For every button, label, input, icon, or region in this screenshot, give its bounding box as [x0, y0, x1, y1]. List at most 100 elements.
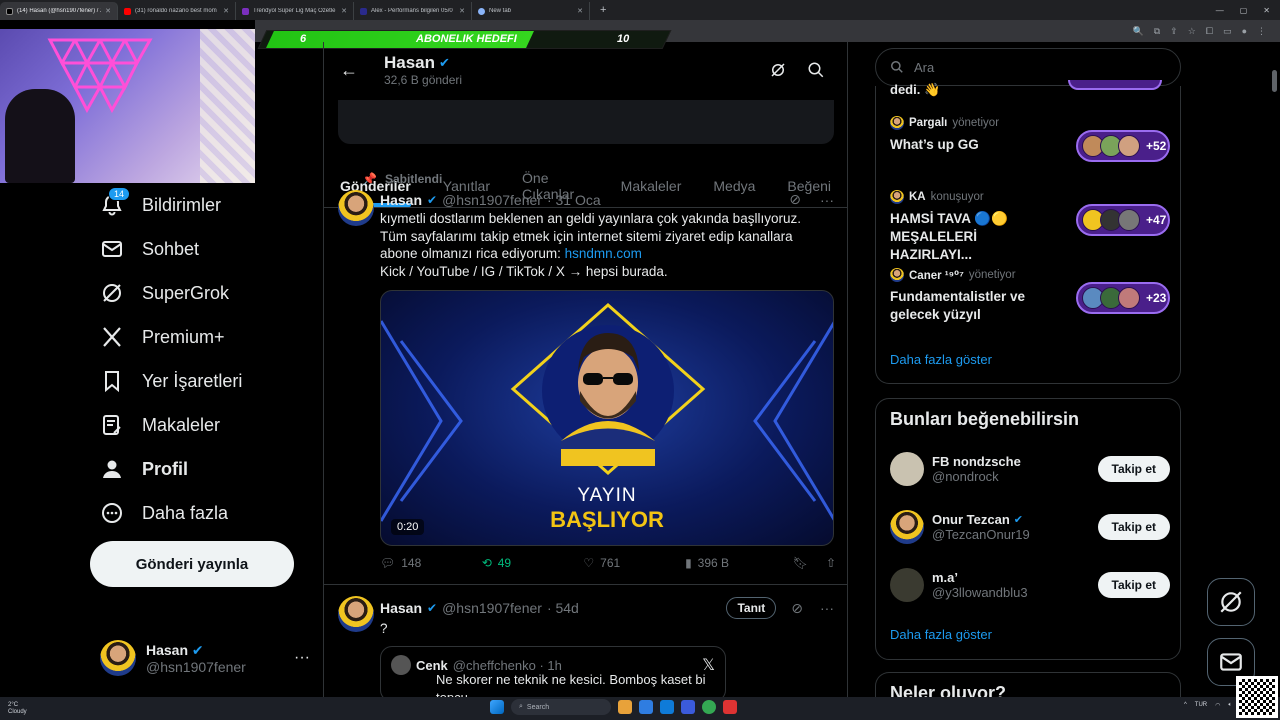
minimize-icon[interactable]: — — [1216, 6, 1224, 15]
post-date[interactable]: · 54d — [547, 600, 579, 616]
suggested-account[interactable]: m.a’ @y3llowandblu3 Takip et — [890, 563, 1170, 607]
volume-icon[interactable]: 🔈︎ — [1228, 702, 1232, 709]
reply-button[interactable]: 💬︎ 148 — [380, 556, 482, 570]
promote-button[interactable]: Tanıt — [726, 597, 777, 619]
nav-bookmarks[interactable]: Yer İşaretleri — [90, 359, 320, 403]
suggested-account[interactable]: Onur Tezcan ✔ @TezcanOnur19 Takip et — [890, 505, 1170, 549]
close-icon[interactable]: ✕ — [577, 7, 583, 15]
language-indicator[interactable]: TUR — [1195, 702, 1207, 709]
left-nav: 14 Bildirimler Sohbet SuperGrok Premium+… — [90, 183, 320, 535]
sidebar-icon[interactable]: ▭ — [1223, 26, 1232, 37]
nav-profile[interactable]: Profil — [90, 447, 320, 491]
avatar — [890, 452, 924, 486]
grok-icon[interactable]: ⊘ — [789, 191, 801, 208]
quoted-post[interactable]: Cenk @cheffchenko · 1h 𝕏 Ne skorer ne te… — [380, 646, 726, 702]
nav-notifications[interactable]: 14 Bildirimler — [90, 183, 320, 227]
browser-tab[interactable]: (31) ronaldo nazario best mom ✕ — [118, 2, 236, 20]
verified-icon: ✔ — [191, 641, 204, 658]
weather-widget[interactable]: 2°C Cloudy — [8, 702, 27, 716]
nav-label: Sohbet — [142, 238, 200, 259]
more-circle-icon — [102, 503, 122, 523]
close-icon[interactable]: ✕ — [223, 7, 229, 15]
grok-icon[interactable] — [769, 61, 787, 79]
post-link[interactable]: hsndmn.com — [565, 246, 642, 261]
close-icon[interactable]: ✕ — [459, 7, 465, 15]
share-icon[interactable]: ⇧ — [826, 556, 836, 570]
file-explorer-icon[interactable] — [618, 700, 632, 714]
follow-button[interactable]: Takip et — [1097, 572, 1170, 598]
wifi-icon[interactable]: ◠ — [1215, 702, 1220, 709]
app-icon[interactable] — [723, 700, 737, 714]
grok-fab[interactable] — [1207, 578, 1255, 626]
discord-icon[interactable] — [681, 700, 695, 714]
space-item[interactable]: Pargalı yönetiyor What’s up GG +52 — [890, 116, 1170, 162]
more-icon[interactable]: ··· — [294, 649, 310, 667]
close-window-icon[interactable]: ✕ — [1263, 6, 1270, 15]
repost-button[interactable]: ⟲ 49 — [482, 556, 584, 570]
scrollbar-thumb[interactable] — [1272, 70, 1277, 92]
account-switcher[interactable]: Hasan ✔ @hsn1907fener ··· — [100, 638, 310, 678]
post-video[interactable]: YAYIN BAŞLIYOR 0:20 — [380, 290, 834, 546]
space-item[interactable]: KA konuşuyor HAMSİ TAVA 🔵🟡 MEŞALELERİ HAZ… — [890, 190, 1170, 264]
close-icon[interactable]: ✕ — [341, 7, 347, 15]
grok-icon[interactable]: ⊘ — [791, 600, 803, 617]
account-name: m.a’ — [932, 570, 959, 585]
avatar[interactable] — [338, 190, 374, 226]
space-listeners[interactable]: +23 — [1076, 282, 1170, 314]
browser-tab[interactable]: (14) Hasan (@hsn1907fener) / X ✕ — [0, 2, 118, 20]
new-tab-button[interactable]: + — [590, 4, 616, 16]
cast-icon[interactable]: ⧉ — [1154, 26, 1160, 37]
gaming-chair — [5, 89, 75, 183]
nav-more[interactable]: Daha fazla — [90, 491, 320, 535]
page-title: Hasan ✔ — [384, 53, 450, 72]
show-more-link[interactable]: Daha fazla göster — [890, 627, 992, 642]
extensions-icon[interactable]: ⧠ — [1206, 26, 1213, 37]
chrome-icon[interactable] — [702, 700, 716, 714]
windows-start-icon[interactable] — [490, 700, 504, 714]
account-handle: @TezcanOnur19 — [932, 527, 1030, 542]
follow-button[interactable]: Takip et — [1097, 456, 1170, 482]
post-date[interactable]: · 31 Oca — [547, 192, 601, 208]
more-icon[interactable]: ··· — [820, 192, 834, 208]
nav-messages[interactable]: Sohbet — [90, 227, 320, 271]
nav-articles[interactable]: Makaleler — [90, 403, 320, 447]
star-icon[interactable]: ☆ — [1188, 26, 1196, 37]
space-listeners[interactable]: +52 — [1076, 130, 1170, 162]
edge-icon[interactable] — [660, 700, 674, 714]
copilot-icon[interactable] — [639, 700, 653, 714]
like-button[interactable]: ♡ 761 — [583, 556, 685, 570]
menu-icon[interactable]: ⋮ — [1257, 26, 1266, 37]
follow-button[interactable]: Takip et — [1097, 514, 1170, 540]
browser-tab[interactable]: New tab ✕ — [472, 2, 590, 20]
space-item[interactable]: Caner ¹⁹⁰⁷ yönetiyor Fundamentalistler ve… — [890, 268, 1170, 324]
search-icon[interactable] — [807, 61, 825, 79]
taskbar-search[interactable]: ⌕ Search — [511, 699, 611, 715]
author-handle[interactable]: @hsn1907fener — [442, 600, 542, 616]
browser-tab-strip: (14) Hasan (@hsn1907fener) / X ✕ (31) ron… — [0, 0, 1280, 20]
share-icon[interactable]: ⇪ — [1170, 26, 1178, 37]
space-listeners[interactable]: +47 — [1076, 204, 1170, 236]
more-icon[interactable]: ··· — [820, 600, 834, 616]
post-button[interactable]: Gönderi yayınla — [90, 541, 294, 587]
browser-tab[interactable]: Trendyol Süper Lig Maç Özetle ✕ — [236, 2, 354, 20]
wall-pattern — [200, 29, 255, 183]
chevron-up-icon[interactable]: ^ — [1184, 702, 1187, 709]
author-handle[interactable]: @hsn1907fener — [442, 192, 542, 208]
views-button[interactable]: ▮ 396 B — [685, 556, 793, 570]
nav-supergrok[interactable]: SuperGrok — [90, 271, 320, 315]
nav-premium[interactable]: Premium+ — [90, 315, 320, 359]
bookmark-icon[interactable]: 🔖︎ — [793, 556, 808, 570]
browser-tab[interactable]: Alex - Performans bilgileri 05/0 ✕ — [354, 2, 472, 20]
close-icon[interactable]: ✕ — [105, 7, 111, 15]
zoom-icon[interactable]: 🔍 — [1133, 26, 1144, 37]
maximize-icon[interactable]: ▢ — [1240, 6, 1248, 15]
post-actions: 💬︎ 148 ⟲ 49 ♡ 761 ▮ 396 B 🔖︎ ⇧ — [380, 556, 836, 570]
space-title: What’s up GG — [890, 137, 979, 152]
show-more-link[interactable]: Daha fazla göster — [890, 352, 992, 367]
back-arrow-icon[interactable]: ← — [340, 60, 358, 81]
author-name[interactable]: Hasan — [380, 600, 422, 616]
avatar[interactable] — [338, 596, 374, 632]
author-name[interactable]: Hasan — [380, 192, 422, 208]
suggested-account[interactable]: FB nondzsche @nondrock Takip et — [890, 447, 1170, 491]
profile-avatar-icon[interactable]: ● — [1242, 26, 1247, 36]
